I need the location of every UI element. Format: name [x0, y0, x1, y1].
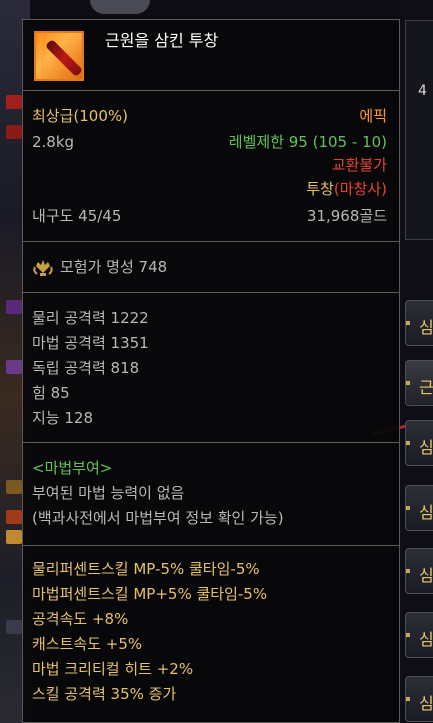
option-line: 마법 크리티컬 히트 +2%	[32, 660, 194, 678]
side-button-label: 근	[419, 378, 433, 397]
item-name: 근원을 삼킨 투창	[105, 31, 219, 50]
stat-line: 힘 85	[32, 384, 70, 402]
side-button-label: 심	[419, 318, 433, 337]
option-line: 캐스트속도 +5%	[32, 635, 143, 653]
side-button-label: 심	[419, 438, 433, 457]
item-weight: 2.8kg	[32, 133, 75, 151]
item-type: 투창(마창사)	[306, 182, 387, 197]
side-button-label: 심	[419, 503, 433, 522]
enchant-hint: (백과사전에서 마법부여 정보 확인 가능)	[32, 509, 284, 527]
stat-line: 독립 공격력 818	[32, 359, 140, 377]
option-line: 마법퍼센트스킬 MP+5% 쿨타임-5%	[32, 585, 268, 603]
side-button-label: 심	[419, 630, 433, 649]
spear-icon	[34, 31, 84, 81]
bg-fragment	[6, 300, 22, 314]
side-info-panel: 4	[405, 20, 433, 240]
item-rarity: 에픽	[359, 107, 387, 125]
stat-line: 물리 공격력 1222	[32, 309, 149, 327]
item-type-prefix: 투창	[306, 180, 334, 198]
option-line: 공격속도 +8%	[32, 610, 129, 628]
enchant-header: <마법부여>	[32, 459, 113, 477]
item-trade-status: 교환불가	[331, 156, 387, 174]
divider	[23, 292, 399, 293]
side-button[interactable]: 심	[405, 485, 433, 531]
bg-ornament	[90, 0, 150, 14]
bg-fragment	[6, 360, 22, 374]
bg-fragment	[6, 510, 22, 524]
item-level-limit: 레벨제한 95 (105 - 10)	[228, 133, 387, 151]
divider	[23, 442, 399, 443]
bg-fragment	[6, 95, 22, 109]
option-line: 스킬 공격력 35% 증가	[32, 685, 177, 703]
bg-fragment	[6, 125, 22, 139]
side-button[interactable]: 심	[405, 676, 433, 722]
divider	[23, 545, 399, 546]
stat-line: 마법 공격력 1351	[32, 334, 149, 352]
side-button[interactable]: 심	[405, 300, 433, 346]
option-line: 물리퍼센트스킬 MP-5% 쿨타임-5%	[32, 560, 260, 578]
side-button-label: 심	[419, 694, 433, 713]
divider	[23, 90, 399, 91]
bg-fragment	[6, 480, 22, 494]
item-type-class: (마창사)	[333, 180, 387, 198]
stat-line: 지능 128	[32, 409, 93, 427]
item-price: 31,968골드	[306, 207, 387, 225]
item-tooltip: 근원을 삼킨 투창 최상급(100%) 에픽 2.8kg 레벨제한 95 (10…	[22, 19, 400, 723]
divider	[23, 241, 399, 242]
side-button[interactable]: 근	[405, 360, 433, 406]
reputation-text: 모험가 명성 748	[60, 258, 168, 276]
side-button[interactable]: 심	[405, 420, 433, 466]
side-button-label: 심	[419, 566, 433, 585]
item-durability: 내구도 45/45	[32, 207, 122, 225]
enchant-status: 부여된 마법 능력이 없음	[32, 484, 185, 502]
side-button[interactable]: 심	[405, 612, 433, 658]
side-button[interactable]: 심	[405, 548, 433, 594]
bg-fragment	[6, 530, 22, 544]
side-panel-label: 4	[418, 83, 427, 99]
bg-fragment	[6, 620, 22, 634]
laurel-icon	[33, 260, 53, 276]
item-grade: 최상급(100%)	[32, 107, 128, 125]
